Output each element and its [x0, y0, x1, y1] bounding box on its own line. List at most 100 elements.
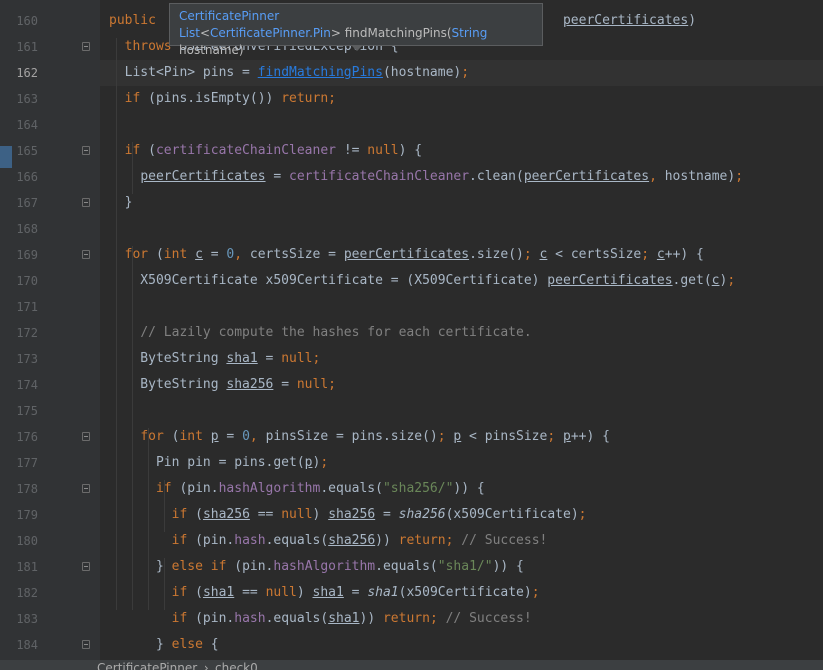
code-token: (: [195, 585, 203, 600]
code-text[interactable]: } else {: [109, 632, 219, 658]
code-token: ;: [547, 429, 563, 444]
code-text[interactable]: }: [109, 190, 133, 216]
code-token: p: [562, 429, 571, 444]
code-line: 171: [0, 294, 823, 320]
code-text[interactable]: if (pin.hash.equals(sha1)) return; // Su…: [109, 606, 532, 632]
code-line: 165 if (certificateChainCleaner != null)…: [0, 138, 823, 164]
fold-toggle-icon[interactable]: [82, 562, 90, 571]
line-number: 182: [16, 586, 38, 600]
code-token: ;: [735, 169, 744, 184]
code-text[interactable]: X509Certificate x509Certificate = (X509C…: [109, 268, 735, 294]
code-line: 176 for (int p = 0, pinsSize = pins.size…: [0, 424, 823, 450]
code-token: }: [109, 637, 172, 652]
code-token: ,: [649, 169, 665, 184]
code-text[interactable]: if (sha1 == null) sha1 = sha1(x509Certif…: [109, 580, 540, 606]
code-text[interactable]: ByteString sha256 = null;: [109, 372, 336, 398]
code-text[interactable]: ByteString sha1 = null;: [109, 346, 320, 372]
line-number: 178: [16, 482, 38, 496]
tooltip-class-name[interactable]: CertificatePinner: [179, 8, 533, 25]
code-token: null: [367, 143, 399, 158]
code-token: hash: [234, 611, 266, 626]
code-line: 164: [0, 112, 823, 138]
code-text[interactable]: // Lazily compute the hashes for each ce…: [109, 320, 532, 346]
code-token: else: [171, 637, 211, 652]
code-token: ;: [461, 65, 470, 80]
code-token: sha1: [328, 611, 360, 626]
code-text[interactable]: if (sha256 == null) sha256 = sha256(x509…: [109, 502, 587, 528]
code-text[interactable]: if (pin.hash.equals(sha256)) return; // …: [109, 528, 548, 554]
code-token: ): [312, 507, 329, 522]
code-token: certificateChainCleaner: [155, 143, 344, 158]
code-text[interactable]: } else if (pin.hashAlgorithm.equals("sha…: [109, 554, 524, 580]
code-token: )) {: [492, 559, 524, 574]
code-token: (pin.: [179, 481, 219, 496]
line-number: 175: [16, 404, 38, 418]
code-line: 173 ByteString sha1 = null;: [0, 346, 823, 372]
code-token: c: [711, 273, 720, 288]
code-token: List<Pin> pins =: [109, 65, 258, 80]
fold-toggle-icon[interactable]: [82, 198, 90, 207]
fold-toggle-icon[interactable]: [82, 640, 90, 649]
code-text[interactable]: if (pin.hashAlgorithm.equals("sha256/"))…: [109, 476, 485, 502]
code-token: ;: [523, 247, 540, 262]
code-token: ,: [249, 429, 266, 444]
code-token: // Lazily compute the hashes for each ce…: [140, 325, 532, 340]
line-number: 180: [16, 534, 38, 548]
code-token: sha256: [226, 377, 274, 392]
code-text[interactable]: if (pins.isEmpty()) return;: [109, 86, 336, 112]
indent-guide: [116, 38, 117, 610]
fold-toggle-icon[interactable]: [82, 484, 90, 493]
fold-toggle-icon[interactable]: [82, 250, 90, 259]
code-line: 184 } else {: [0, 632, 823, 658]
fold-toggle-icon[interactable]: [82, 42, 90, 51]
code-token: if: [171, 611, 196, 626]
code-text[interactable]: Pin pin = pins.get(p);: [109, 450, 328, 476]
code-token: public: [109, 13, 164, 28]
code-token: Pin pin = pins.get(: [109, 455, 305, 470]
line-number: 172: [16, 326, 38, 340]
fold-toggle-icon[interactable]: [82, 146, 90, 155]
code-token: int: [179, 429, 211, 444]
line-number: 162: [16, 66, 38, 80]
code-token: ==: [249, 507, 282, 522]
code-token: )): [359, 611, 383, 626]
breadcrumb-class[interactable]: CertificatePinner: [97, 661, 197, 670]
code-text[interactable]: List<Pin> pins = findMatchingPins(hostna…: [109, 60, 469, 86]
code-token: (pin.: [195, 611, 235, 626]
tooltip-return-type[interactable]: List: [179, 26, 200, 40]
tooltip-type-arg[interactable]: CertificatePinner.Pin: [210, 26, 331, 40]
line-number: 168: [16, 222, 38, 236]
code-token: X509Certificate x509Certificate = (X509C…: [109, 273, 548, 288]
code-line: 179 if (sha256 == null) sha256 = sha256(…: [0, 502, 823, 528]
line-number: 161: [16, 40, 38, 54]
code-token: .clean(: [469, 169, 524, 184]
breadcrumb-method[interactable]: check0: [215, 661, 258, 670]
indent-guide: [148, 428, 149, 610]
code-token: hashAlgorithm: [218, 481, 321, 496]
code-token: ;: [531, 585, 540, 600]
code-token: p: [304, 455, 313, 470]
quick-documentation-tooltip[interactable]: CertificatePinner List<CertificatePinner…: [169, 3, 543, 57]
code-token: sha256: [398, 507, 446, 522]
code-token: c: [656, 247, 665, 262]
code-text[interactable]: for (int p = 0, pinsSize = pins.size(); …: [109, 424, 610, 450]
code-line: 174 ByteString sha256 = null;: [0, 372, 823, 398]
tooltip-gt: >: [330, 26, 341, 40]
code-token: =: [257, 351, 282, 366]
breadcrumb: CertificatePinner › check0: [0, 660, 823, 670]
code-token: // Success!: [445, 611, 532, 626]
line-number: 174: [16, 378, 38, 392]
code-text[interactable]: peerCertificates = certificateChainClean…: [109, 164, 743, 190]
line-number: 170: [16, 274, 38, 288]
code-token: (: [148, 143, 156, 158]
code-line: 182 if (sha1 == null) sha1 = sha1(x509Ce…: [0, 580, 823, 606]
method-reference-link[interactable]: findMatchingPins: [258, 65, 383, 80]
indent-guide: [132, 246, 133, 610]
line-number: 173: [16, 352, 38, 366]
fold-toggle-icon[interactable]: [82, 432, 90, 441]
code-text[interactable]: for (int c = 0, certsSize = peerCertific…: [109, 242, 704, 268]
code-token: if: [124, 91, 149, 106]
tooltip-param-type[interactable]: String: [452, 26, 488, 40]
code-text[interactable]: if (certificateChainCleaner != null) {: [109, 138, 422, 164]
